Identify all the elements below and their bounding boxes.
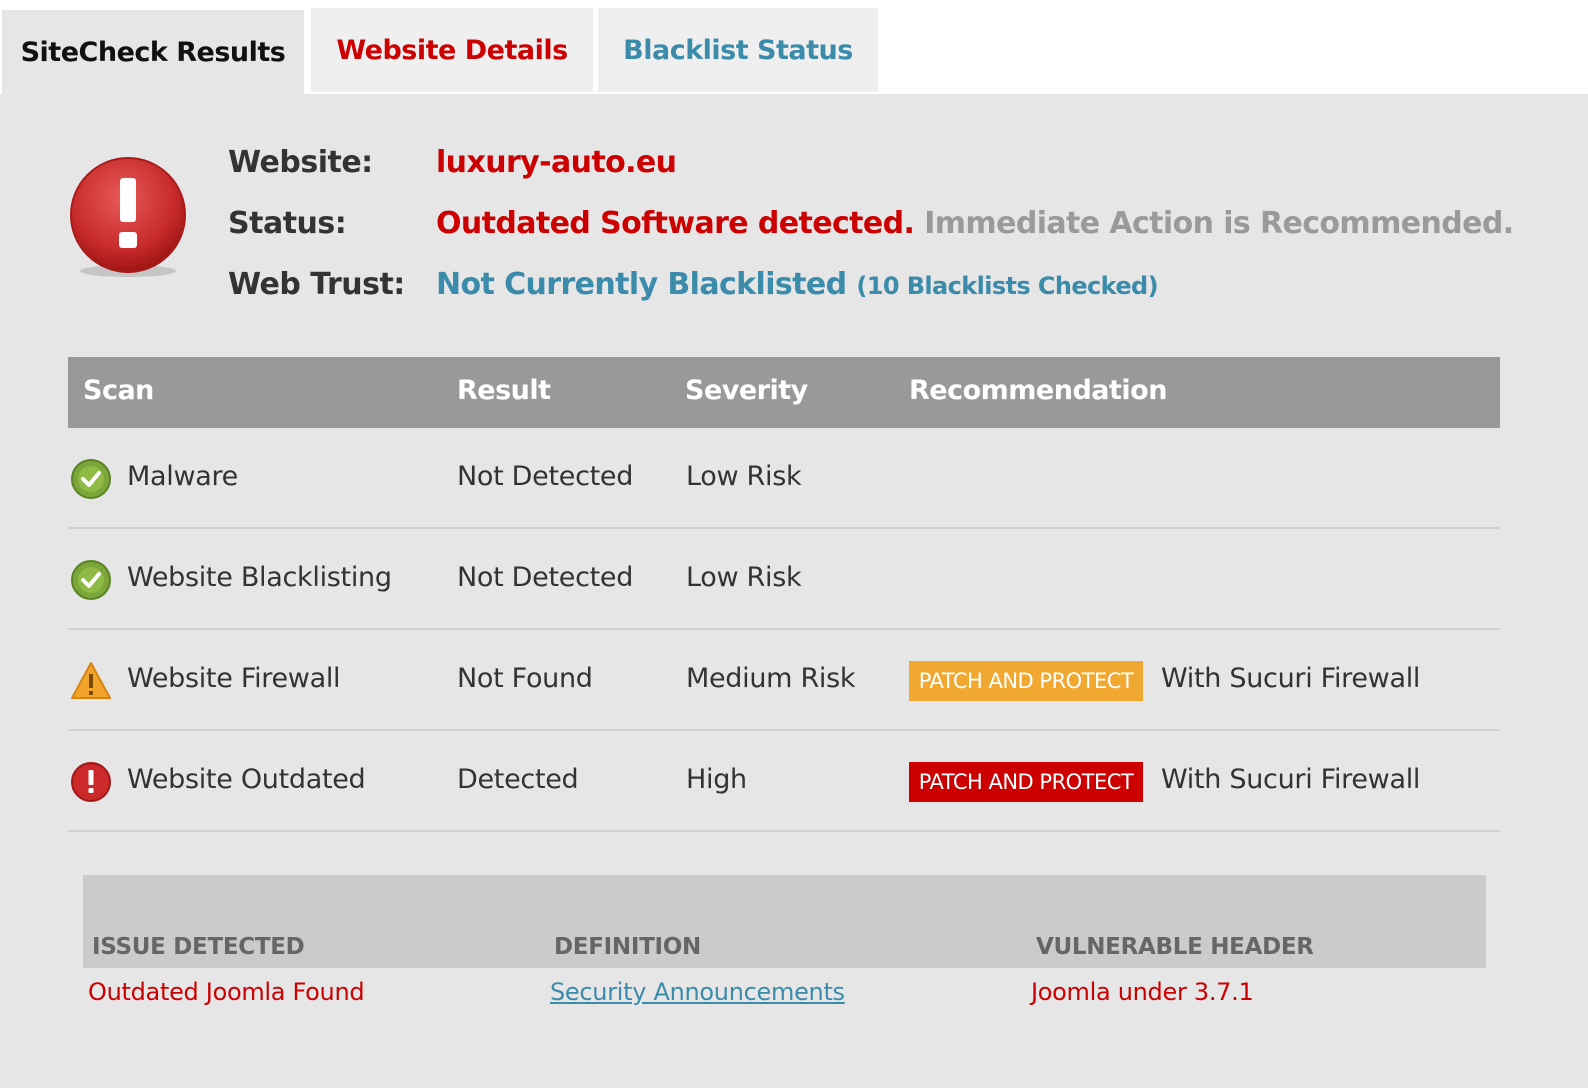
patch-and-protect-button[interactable]: PATCH AND PROTECT [909, 762, 1143, 802]
trust-text: Not Currently Blacklisted [436, 267, 847, 302]
header-vulnerable-header: VULNERABLE HEADER [1036, 934, 1314, 960]
status-note: Immediate Action is Recommended. [924, 206, 1514, 241]
table-row: Website Blacklisting Not Detected Low Ri… [68, 529, 1500, 630]
recommendation-text: With Sucuri Firewall [1161, 663, 1421, 694]
tab-website-details[interactable]: Website Details [311, 8, 593, 92]
header-issue-detected: ISSUE DETECTED [92, 934, 305, 960]
header-result: Result [457, 375, 551, 406]
status-value: Outdated Software detected. Immediate Ac… [436, 206, 1514, 241]
header-definition: DEFINITION [554, 934, 701, 960]
error-circle-icon [70, 761, 112, 803]
tab-sitecheck-results[interactable]: SiteCheck Results [2, 10, 304, 94]
table-row: Website Firewall Not Found Medium Risk P… [68, 630, 1500, 731]
scan-result: Not Detected [457, 461, 634, 492]
security-announcements-link[interactable]: Security Announcements [550, 978, 845, 1006]
check-circle-icon [70, 458, 112, 500]
web-trust-value: Not Currently Blacklisted (10 Blacklists… [436, 267, 1159, 302]
scan-severity: Low Risk [686, 562, 802, 593]
scan-severity: High [686, 764, 747, 795]
scan-table-header: Scan Result Severity Recommendation [68, 357, 1500, 428]
error-exclamation-icon [68, 156, 188, 281]
scan-severity: Medium Risk [686, 663, 856, 694]
patch-and-protect-button[interactable]: PATCH AND PROTECT [909, 661, 1143, 701]
issue-detected: Outdated Joomla Found [88, 978, 365, 1006]
header-recommendation: Recommendation [909, 375, 1167, 406]
web-trust-label: Web Trust: [228, 267, 405, 302]
warning-triangle-icon [70, 660, 112, 702]
status-text: Outdated Software detected. [436, 206, 915, 241]
scan-name: Website Firewall [127, 663, 341, 694]
issues-table: ISSUE DETECTED DEFINITION VULNERABLE HEA… [83, 875, 1486, 1028]
scan-name: Website Blacklisting [127, 562, 392, 593]
website-value: luxury-auto.eu [436, 145, 677, 180]
scan-name: Malware [127, 461, 238, 492]
status-label: Status: [228, 206, 347, 241]
vulnerable-header-value: Joomla under 3.7.1 [1031, 978, 1254, 1006]
scan-severity: Low Risk [686, 461, 802, 492]
table-row: Malware Not Detected Low Risk [68, 428, 1500, 529]
issues-table-header: ISSUE DETECTED DEFINITION VULNERABLE HEA… [83, 875, 1486, 968]
tab-blacklist-status[interactable]: Blacklist Status [598, 8, 878, 92]
recommendation-text: With Sucuri Firewall [1161, 764, 1421, 795]
scan-result: Not Detected [457, 562, 634, 593]
tab-bar: SiteCheck Results Website Details Blackl… [0, 0, 1588, 94]
scan-results-table: Scan Result Severity Recommendation Malw… [68, 357, 1500, 832]
website-label: Website: [228, 145, 373, 180]
issue-row: Outdated Joomla Found Security Announcem… [83, 968, 1486, 1028]
scan-name: Website Outdated [127, 764, 366, 795]
table-row: Website Outdated Detected High PATCH AND… [68, 731, 1500, 832]
header-severity: Severity [685, 375, 808, 406]
trust-note: (10 Blacklists Checked) [856, 272, 1158, 300]
scan-result: Detected [457, 764, 579, 795]
header-scan: Scan [83, 375, 154, 406]
scan-result: Not Found [457, 663, 593, 694]
check-circle-icon [70, 559, 112, 601]
